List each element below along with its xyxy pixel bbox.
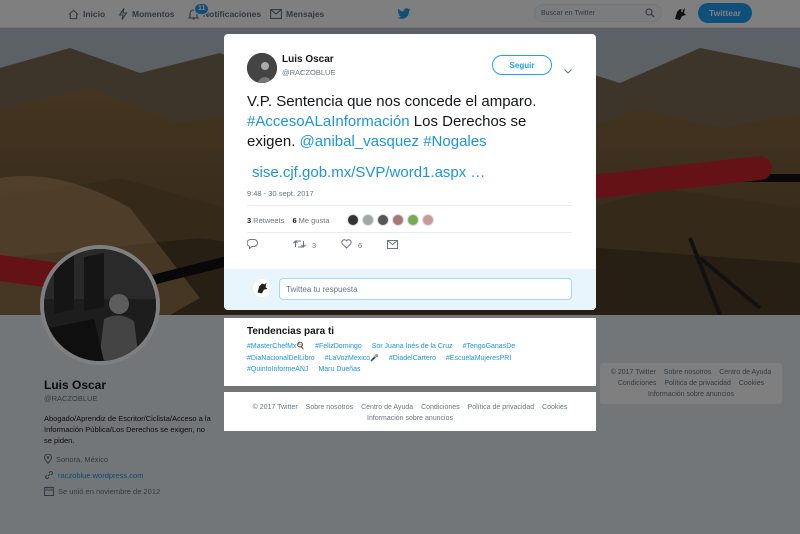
trend-item[interactable]: #FelizDomingo: [315, 341, 362, 353]
retweet-label: Retweets: [253, 215, 285, 225]
retweet-action-count: 3: [312, 240, 317, 250]
tweet-stats: 3 Retweets 6 Me gusta: [247, 214, 437, 226]
reply-composer: Twittea tu respuesta: [224, 269, 596, 310]
tweet-text-part: V.P. Sentencia que nos concede el amparo…: [247, 93, 537, 110]
tweet-timestamp[interactable]: 9:48 - 30 sept. 2017: [247, 189, 314, 198]
likes-stat[interactable]: 6 Me gusta: [292, 216, 329, 225]
reply-action[interactable]: [246, 239, 293, 251]
footer-about-link[interactable]: Sobre nosotros: [306, 404, 353, 411]
avatar[interactable]: [347, 214, 360, 226]
avatar[interactable]: [377, 214, 390, 226]
trend-item[interactable]: #MasterChefMx🍳: [247, 341, 305, 353]
footer-ads-link[interactable]: Información sobre anuncios: [367, 415, 453, 422]
mention-link[interactable]: @anibal_vasquez: [300, 133, 419, 150]
tweet-text: V.P. Sentencia que nos concede el amparo…: [247, 92, 577, 152]
avatar[interactable]: [392, 214, 405, 226]
trend-item[interactable]: #TengoGanasDe: [463, 341, 516, 353]
trend-item[interactable]: #EscuelaMujeresPRI: [446, 353, 511, 365]
divider: [247, 232, 572, 233]
tweet-actions: 3 6: [246, 239, 398, 251]
footer-cookies-link[interactable]: Cookies: [542, 404, 567, 411]
tweet-permalink-modal: Luis Oscar @RACZOBLUE Seguir V.P. Senten…: [224, 34, 596, 310]
divider: [247, 205, 572, 206]
footer-help-link[interactable]: Centro de Ayuda: [361, 404, 413, 411]
reply-input[interactable]: Twittea tu respuesta: [279, 278, 572, 300]
avatar: [253, 279, 271, 297]
hashtag-link[interactable]: #AccesoALaInformación: [247, 113, 410, 130]
modal-footer: © 2017 Twitter Sobre nosotros Centro de …: [224, 392, 596, 431]
retweet-count: 3: [247, 215, 252, 225]
tweet-author-avatar[interactable]: [247, 53, 277, 83]
reply-icon: [246, 239, 258, 251]
like-action[interactable]: 6: [341, 239, 387, 251]
footer-privacy-link[interactable]: Política de privacidad: [468, 404, 535, 411]
trend-item[interactable]: #DiaNacionalDelLibro: [247, 353, 315, 365]
follow-button[interactable]: Seguir: [492, 55, 552, 75]
trends-title: Tendencias para ti: [247, 326, 335, 337]
trend-item[interactable]: #DiadelCartero: [389, 353, 436, 365]
envelope-icon: [387, 239, 398, 251]
tweet-author-handle[interactable]: @RACZOBLUE: [282, 68, 335, 77]
retweet-icon: [293, 239, 306, 251]
likes-count: 6: [292, 215, 297, 225]
trend-item[interactable]: Maru Dueñas: [318, 364, 360, 376]
chevron-down-icon[interactable]: [564, 61, 572, 79]
retweet-stat[interactable]: 3 Retweets: [247, 216, 284, 225]
avatar[interactable]: [422, 214, 435, 226]
like-action-count: 6: [358, 240, 363, 250]
footer-terms-link[interactable]: Condiciones: [421, 404, 460, 411]
reply-placeholder: Twittea tu respuesta: [286, 284, 358, 294]
hashtag-link[interactable]: #Nogales: [423, 133, 486, 150]
retweet-action[interactable]: 3: [293, 239, 341, 251]
heart-icon: [341, 239, 352, 251]
likes-label: Me gusta: [298, 215, 330, 225]
direct-message-action[interactable]: [387, 239, 398, 251]
footer-copyright: © 2017 Twitter: [252, 404, 298, 411]
trends-module: Tendencias para ti #MasterChefMx🍳 #Feliz…: [224, 318, 596, 386]
tweet-url-link[interactable]: sise.cjf.gob.mx/SVP/word1.aspx …: [252, 164, 485, 181]
tweet-author-name[interactable]: Luis Oscar: [282, 54, 334, 65]
avatar[interactable]: [362, 214, 375, 226]
avatar[interactable]: [407, 214, 420, 226]
trend-item[interactable]: #QuintoInformeANJ: [247, 364, 308, 376]
trend-item[interactable]: Sor Juana Inés de la Cruz: [372, 341, 453, 353]
trends-list: #MasterChefMx🍳 #FelizDomingo Sor Juana I…: [247, 341, 573, 376]
trend-item[interactable]: #LaVozMexico🎤: [325, 353, 379, 365]
liker-avatars: [347, 214, 437, 226]
